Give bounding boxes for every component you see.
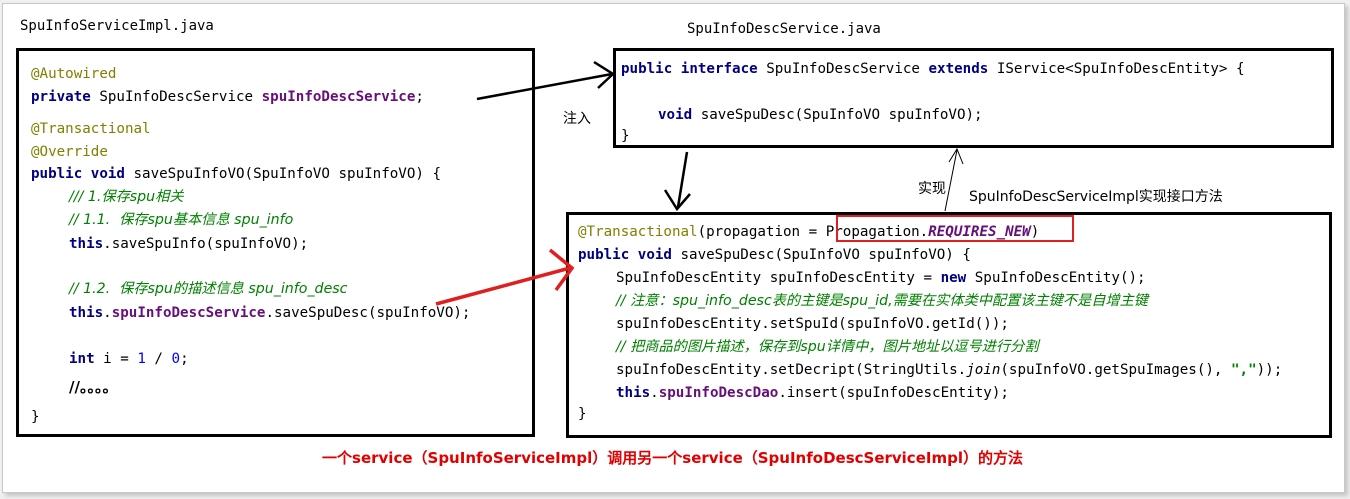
inject-arrow: [476, 72, 613, 101]
call-arrow: [435, 266, 571, 306]
arrows-layer: [435, 60, 964, 306]
